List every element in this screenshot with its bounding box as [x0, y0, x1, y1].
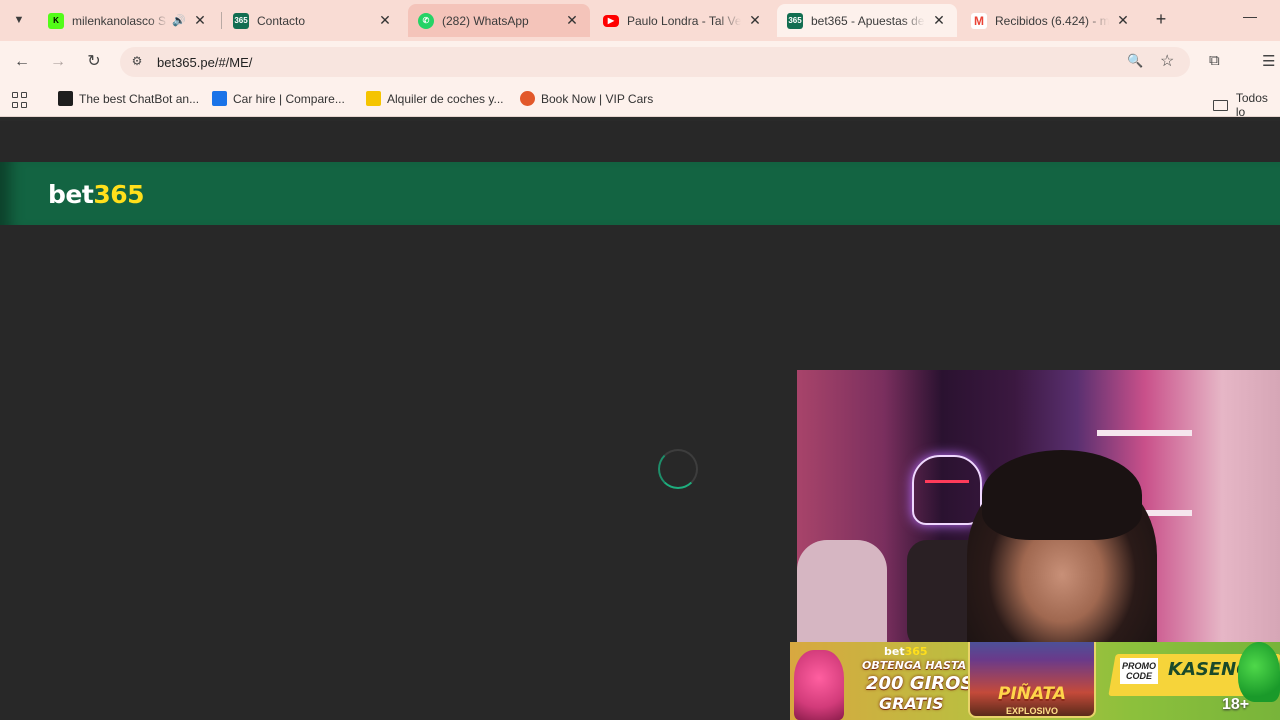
close-tab-icon[interactable]: ✕	[747, 12, 763, 29]
banner-logo-text: bet	[884, 645, 905, 658]
bookmark-alquiler[interactable]: Alquiler de coches y...	[366, 91, 504, 106]
banner-line-2: 200 GIROS	[866, 673, 974, 694]
tab-youtube[interactable]: ▶ Paulo Londra - Tal Ve ✕	[593, 4, 773, 37]
close-tab-icon[interactable]: ✕	[1115, 12, 1131, 29]
banner-line-1: OBTENGA HASTA	[862, 659, 967, 672]
close-tab-icon[interactable]: ✕	[377, 12, 393, 29]
bookmark-chatbot[interactable]: The best ChatBot an...	[58, 91, 199, 106]
banner-logo-number: 365	[904, 645, 928, 658]
vip-cars-icon	[520, 91, 535, 106]
tab-whatsapp[interactable]: ✆ (282) WhatsApp ✕	[408, 4, 590, 37]
tab-title: Recibidos (6.424) - m	[995, 13, 1109, 28]
zoom-icon[interactable]: 🔍	[1127, 53, 1143, 69]
pinata-game-tile: PIÑATA EXPLOSIVO	[968, 642, 1096, 718]
bookmark-car-hire[interactable]: Car hire | Compare...	[212, 91, 345, 106]
bookmarks-folder[interactable]: Todos lo	[1213, 91, 1280, 119]
apps-grid-icon[interactable]	[12, 92, 28, 108]
bookmark-star-icon[interactable]: ☆	[1160, 51, 1174, 71]
whatsapp-icon: ✆	[418, 12, 434, 29]
tab-separator	[221, 12, 222, 29]
streamer-hair	[982, 450, 1142, 540]
car-hire-icon	[212, 91, 227, 106]
tab-strip: ▼ K milenkanolasco S 🔊 ✕ 365 Contacto ✕ …	[0, 0, 1280, 41]
bookmark-label: Car hire | Compare...	[233, 91, 345, 106]
neon-sign-eyes	[925, 480, 969, 490]
extensions-icon[interactable]: ⧉	[1209, 52, 1220, 69]
close-tab-icon[interactable]: ✕	[192, 12, 208, 29]
tab-title: (282) WhatsApp	[442, 13, 529, 28]
streamer-webcam	[797, 370, 1280, 642]
forward-arrow-icon[interactable]: →	[46, 50, 70, 74]
tab-bet365[interactable]: 365 bet365 - Apuestas de ✕	[777, 4, 957, 37]
alquiler-icon	[366, 91, 381, 106]
tab-search-chevron-icon[interactable]: ▼	[8, 9, 30, 31]
bookmarks-bar: The best ChatBot an... Car hire | Compar…	[0, 83, 1280, 119]
bookmark-vip-cars[interactable]: Book Now | VIP Cars	[520, 91, 653, 106]
bookmark-label: Book Now | VIP Cars	[541, 91, 654, 106]
logo-text: bet	[48, 180, 94, 209]
tab-contacto[interactable]: 365 Contacto ✕	[223, 4, 403, 37]
tab-kick[interactable]: K milenkanolasco S 🔊 ✕	[38, 4, 218, 37]
parrot-icon	[1238, 642, 1280, 702]
reload-icon[interactable]: ↻	[82, 50, 106, 74]
kick-icon: K	[48, 12, 64, 29]
new-tab-button[interactable]: +	[1150, 8, 1172, 30]
close-tab-icon[interactable]: ✕	[931, 12, 947, 29]
chatbot-icon	[58, 91, 73, 106]
promo-banner: bet365 OBTENGA HASTA 200 GIROS GRATIS PI…	[790, 642, 1280, 720]
back-arrow-icon[interactable]: ←	[10, 50, 34, 74]
promo-code-label: PROMO CODE	[1120, 658, 1158, 684]
bookmark-label: The best ChatBot an...	[79, 91, 200, 106]
tab-title: milenkanolasco S	[72, 13, 167, 28]
game-subtitle: EXPLOSIVO	[1005, 706, 1058, 716]
url-text[interactable]: bet365.pe/#/ME/	[157, 55, 252, 70]
reading-list-icon[interactable]: ☰	[1262, 52, 1275, 70]
site-header: bet365	[0, 162, 1280, 225]
close-tab-icon[interactable]: ✕	[564, 12, 580, 29]
game-name: PIÑATA	[998, 684, 1066, 704]
minimize-icon[interactable]: —	[1243, 8, 1257, 24]
youtube-icon: ▶	[603, 14, 619, 27]
bet365-icon: 365	[233, 12, 249, 29]
tab-title: bet365 - Apuestas de	[811, 13, 925, 28]
tab-title: Paulo Londra - Tal Ve	[627, 13, 741, 28]
banner-line-3: GRATIS	[879, 694, 944, 713]
age-badge: 18+	[1222, 696, 1250, 713]
logo-number: 365	[93, 180, 144, 209]
pinata-icon	[794, 650, 844, 720]
site-info-icon[interactable]: ⚙	[129, 54, 145, 70]
speaker-icon[interactable]: 🔊	[172, 14, 186, 27]
tab-title: Contacto	[257, 13, 306, 28]
folder-icon	[1213, 99, 1228, 111]
bet365-icon: 365	[787, 12, 803, 29]
bet365-logo[interactable]: bet365	[48, 180, 144, 209]
bookmark-label: Alquiler de coches y...	[387, 91, 504, 106]
blanket	[797, 540, 887, 642]
tab-gmail[interactable]: M Recibidos (6.424) - m ✕	[961, 4, 1141, 37]
toolbar: ← → ↻ ⚙ bet365.pe/#/ME/ 🔍 ☆ ⧉ ☰	[0, 41, 1280, 83]
shelf	[1097, 430, 1192, 436]
banner-bet365-logo: bet365	[884, 645, 928, 658]
address-bar[interactable]: ⚙ bet365.pe/#/ME/ 🔍 ☆	[120, 47, 1190, 77]
neon-sign-icon	[912, 455, 982, 525]
loading-spinner-icon	[658, 449, 698, 489]
gmail-icon: M	[971, 12, 987, 29]
bookmark-label: Todos lo	[1235, 91, 1268, 119]
